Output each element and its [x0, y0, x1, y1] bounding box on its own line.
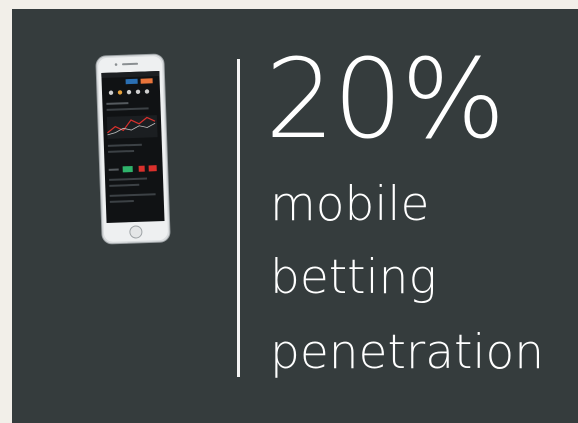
smartphone-icon [95, 53, 171, 245]
caption-line-1: mobile [270, 177, 430, 232]
vertical-divider [237, 59, 240, 377]
caption-line-3: penetration [270, 325, 545, 380]
headline-percentage: 20% [265, 35, 505, 163]
stat-card: 20% mobile betting penetration [12, 9, 578, 423]
caption-line-2: betting [270, 250, 437, 305]
